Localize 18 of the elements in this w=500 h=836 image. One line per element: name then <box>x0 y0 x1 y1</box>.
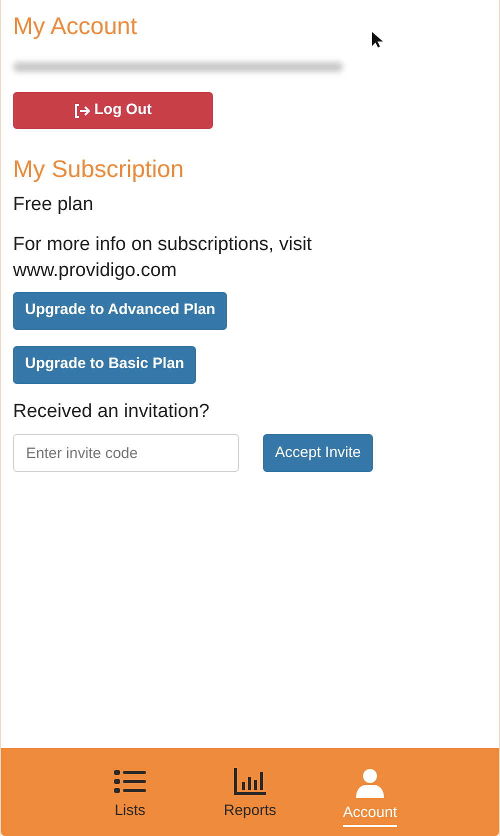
logout-button[interactable]: Log Out <box>13 92 213 129</box>
tab[interactable]: Lists <box>95 768 165 836</box>
section-title: My Account <box>13 12 138 42</box>
info-text: For more info on subscriptions, visit www.providigo.com <box>13 232 313 282</box>
list-icon <box>114 768 146 796</box>
pointer-icon <box>372 32 383 48</box>
person-icon <box>355 768 385 798</box>
tab[interactable]: Account <box>335 768 405 836</box>
upgrade-button[interactable]: Upgrade to Basic Plan <box>13 346 196 384</box>
accept-invite-button[interactable]: Accept Invite <box>263 434 373 472</box>
bar-chart-icon <box>234 768 266 796</box>
tab[interactable]: Reports <box>215 768 285 836</box>
logout-icon <box>74 104 90 118</box>
upgrade-button[interactable]: Upgrade to Advanced Plan <box>13 292 228 330</box>
invitation-label: Received an invitation? <box>13 400 210 424</box>
invite-code-field[interactable]: Enter invite code <box>13 434 239 472</box>
plan-text: Free plan <box>13 193 94 217</box>
section-title: My Subscription <box>13 155 184 185</box>
